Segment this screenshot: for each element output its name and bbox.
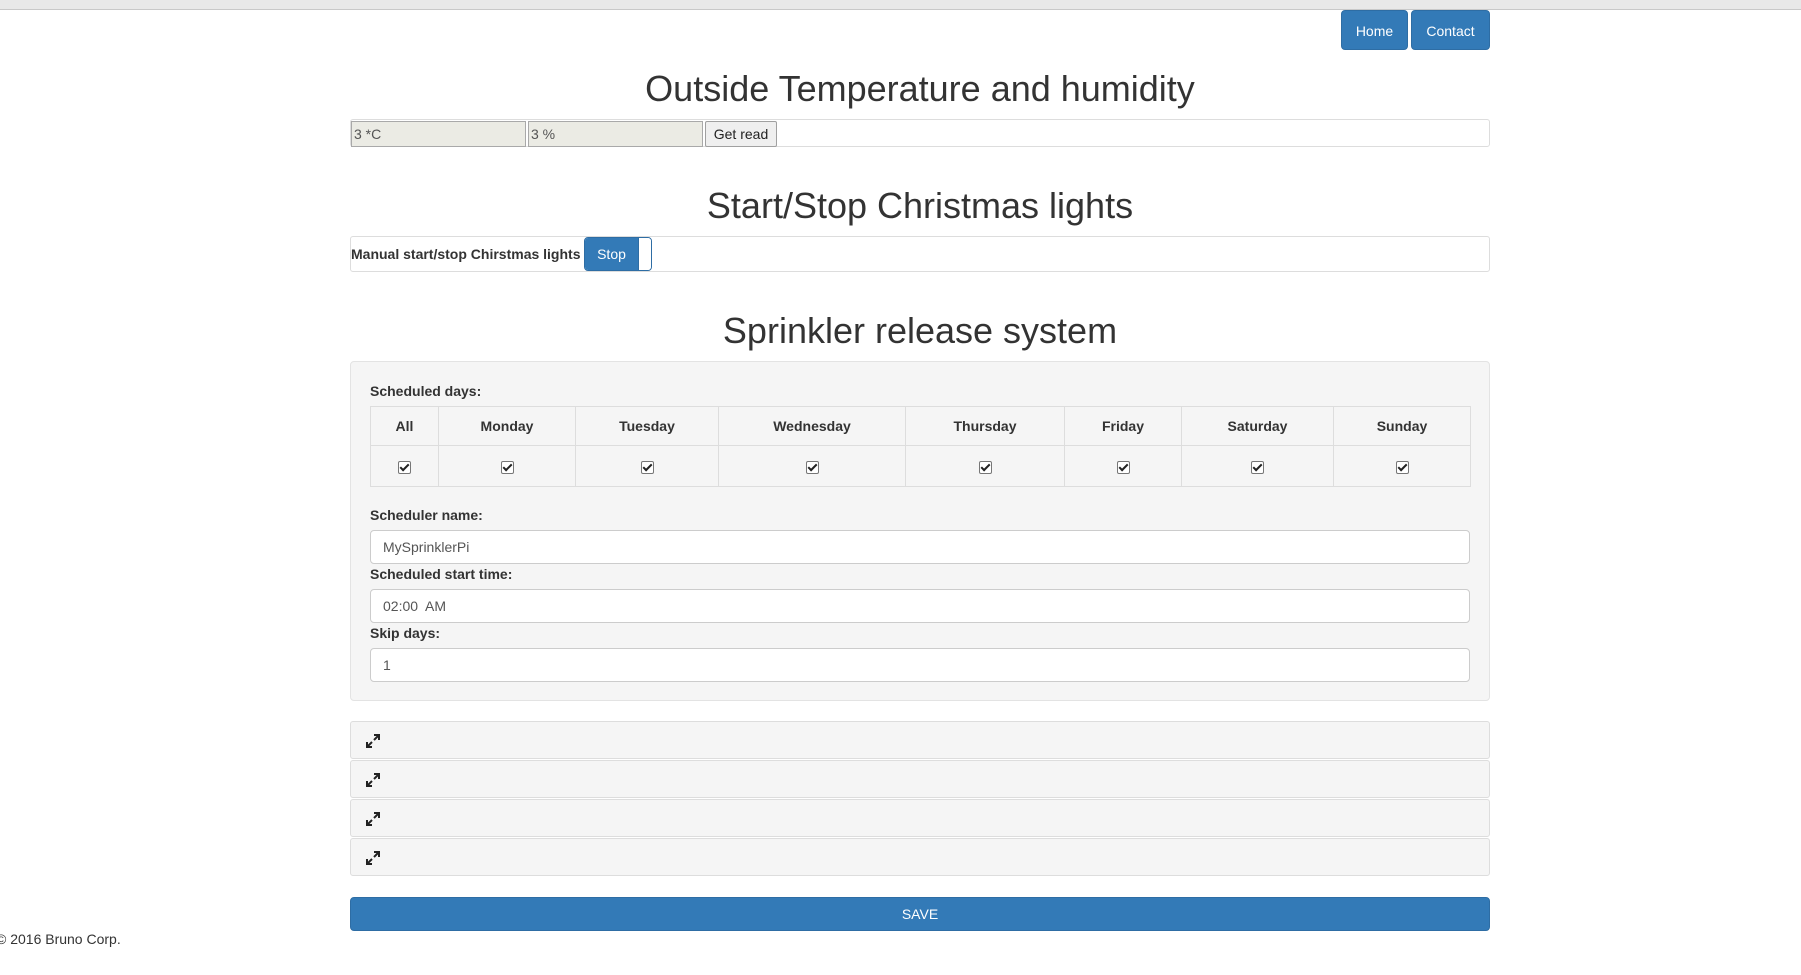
checkbox-sunday[interactable] [1395,460,1409,474]
start-time-label: Scheduled start time: [370,566,513,582]
lights-label: Manual start/stop Chirstmas lights [351,246,581,262]
humidity-field: 3 % [528,121,703,147]
day-header-thursday: Thursday [905,406,1065,446]
day-header-monday: Monday [438,406,576,446]
sprinkler-panel: Scheduled days: All Monday Tuesday Wedne… [350,361,1490,701]
days-checkbox-row [370,445,1471,487]
day-header-saturday: Saturday [1181,406,1334,446]
lights-toggle[interactable]: Stop [584,237,652,271]
sprinkler-title: Sprinkler release system [722,310,1118,351]
get-read-button[interactable]: Get read [705,121,777,147]
collapsible-row-2[interactable] [350,760,1490,798]
home-button[interactable]: Home [1341,10,1408,50]
collapsible-row-4[interactable] [350,838,1490,876]
expand-icon[interactable] [365,733,381,749]
checkbox-saturday[interactable] [1251,460,1264,474]
day-header-all: All [370,406,439,446]
skip-days-label: Skip days: [370,625,441,641]
checkbox-monday[interactable] [500,460,514,474]
temperature-row: 3 *C 3 % Get read [350,119,1490,147]
top-nav: Home Contact [1341,10,1490,50]
scheduled-days-label: Scheduled days: [370,383,482,399]
skip-days-input[interactable]: 1 [370,648,1470,682]
start-time-input[interactable]: 02:00 AM [370,589,1470,623]
temperature-title: Outside Temperature and humidity [645,68,1195,109]
toggle-handle[interactable] [638,238,651,270]
collapsible-row-3[interactable] [350,799,1490,837]
expand-icon[interactable] [365,850,381,866]
collapsible-row-1[interactable] [350,721,1490,759]
lights-row: Manual start/stop Chirstmas lights Stop [350,236,1490,272]
checkbox-wednesday[interactable] [805,460,819,474]
save-button[interactable]: SAVE [350,897,1490,931]
expand-icon[interactable] [365,811,381,827]
scheduler-name-input[interactable]: MySprinklerPi [370,530,1470,564]
day-header-sunday: Sunday [1333,406,1471,446]
checkbox-thursday[interactable] [978,460,992,474]
day-header-friday: Friday [1064,406,1182,446]
scheduler-name-label: Scheduler name: [370,507,483,523]
temperature-field: 3 *C [351,121,526,147]
expand-icon[interactable] [365,772,381,788]
day-header-tuesday: Tuesday [575,406,719,446]
footer-copyright: © 2016 Bruno Corp. [0,931,121,947]
checkbox-friday[interactable] [1116,460,1130,474]
day-header-wednesday: Wednesday [718,406,906,446]
days-table: All Monday Tuesday Wednesday Thursday Fr… [370,406,1471,487]
days-header-row: All Monday Tuesday Wednesday Thursday Fr… [370,406,1471,446]
lights-title: Start/Stop Christmas lights [706,185,1134,226]
contact-button[interactable]: Contact [1411,10,1490,50]
browser-bookmarks-strip [0,0,1801,10]
checkbox-all[interactable] [398,460,411,474]
toggle-stop-label: Stop [585,238,638,270]
checkbox-tuesday[interactable] [640,460,654,474]
